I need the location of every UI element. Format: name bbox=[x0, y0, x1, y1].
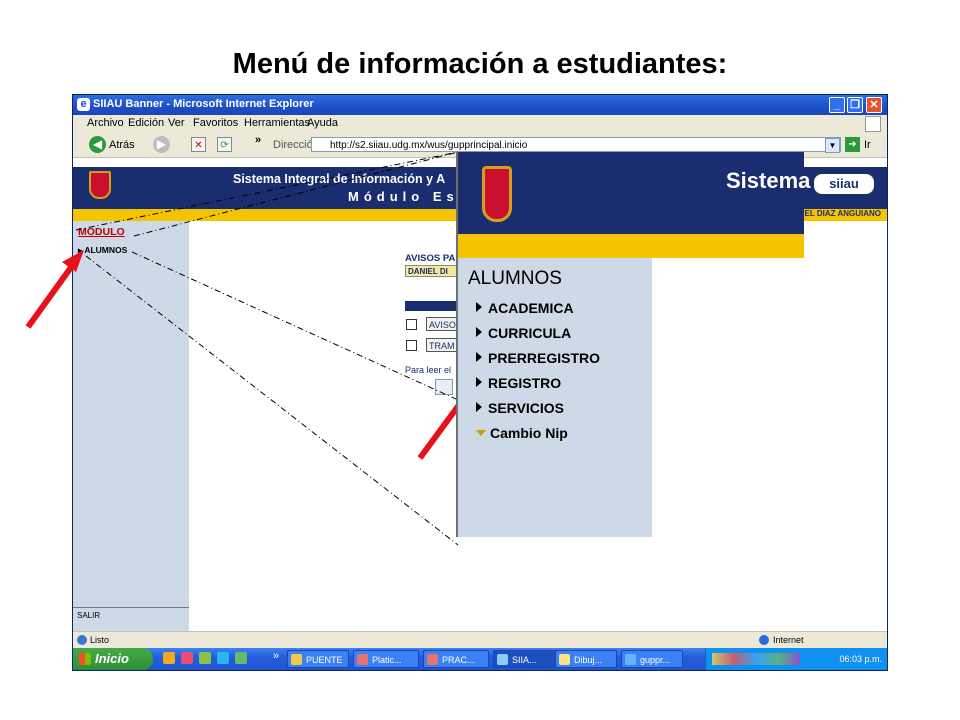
nav-item-label: PRERREGISTRO bbox=[488, 350, 601, 366]
triangle-right-icon bbox=[476, 302, 482, 312]
nav-item-registro[interactable]: REGISTRO bbox=[476, 375, 561, 391]
triangle-down-icon bbox=[476, 430, 486, 436]
nav-item-label: SERVICIOS bbox=[488, 400, 564, 416]
zoom-header-text: Sistema bbox=[726, 168, 811, 193]
zoom-yellow-bar bbox=[458, 234, 804, 258]
zoom-banner: Sistema siiau bbox=[458, 152, 874, 234]
nav-item-academica[interactable]: ACADEMICA bbox=[476, 300, 574, 316]
triangle-right-icon bbox=[476, 352, 482, 362]
triangle-right-icon bbox=[476, 377, 482, 387]
pointer-arrow-icon bbox=[25, 250, 84, 329]
nav-item-prerregistro[interactable]: PRERREGISTRO bbox=[476, 350, 600, 366]
siiau-logo: siiau bbox=[814, 174, 874, 194]
nav-item-cambio-nip[interactable]: Cambio Nip bbox=[476, 425, 568, 441]
nav-item-label: ACADEMICA bbox=[488, 300, 574, 316]
zoom-nav: ALUMNOS ACADEMICA CURRICULA PRERREGISTRO… bbox=[458, 258, 652, 537]
zoom-heading: ALUMNOS bbox=[468, 268, 562, 289]
nav-item-servicios[interactable]: SERVICIOS bbox=[476, 400, 564, 416]
nav-item-label: CURRICULA bbox=[488, 325, 572, 341]
triangle-right-icon bbox=[476, 402, 482, 412]
nav-item-label: REGISTRO bbox=[488, 375, 562, 391]
nav-item-label: Cambio Nip bbox=[490, 425, 568, 441]
zoom-inset: Sistema siiau ALUMNOS ACADEMICA CURRICUL… bbox=[458, 152, 874, 537]
zoom-callout-lines bbox=[75, 151, 459, 546]
triangle-right-icon bbox=[476, 327, 482, 337]
nav-item-curricula[interactable]: CURRICULA bbox=[476, 325, 571, 341]
udg-crest-icon bbox=[482, 166, 512, 222]
